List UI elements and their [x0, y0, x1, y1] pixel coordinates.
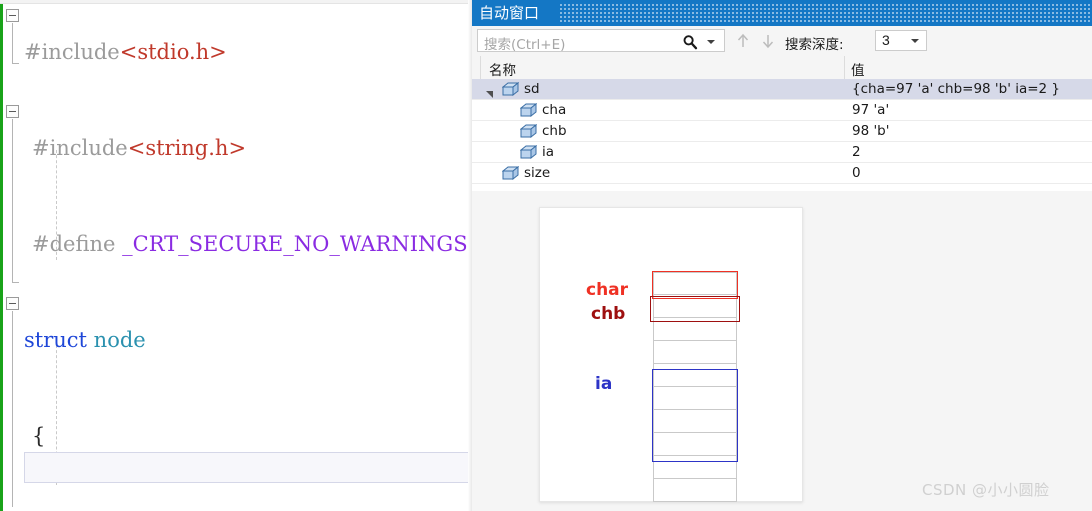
- token-include: #include: [24, 40, 120, 64]
- autos-titlebar[interactable]: 自动窗口: [472, 0, 1092, 26]
- memory-cell: [653, 341, 737, 364]
- autos-title: 自动窗口: [479, 4, 540, 22]
- search-depth-label: 搜索深度:: [785, 37, 844, 53]
- token-macro-name: _CRT_SECURE_NO_WARNINGS: [122, 232, 468, 256]
- autos-grid[interactable]: 名称 值 sd {cha=97 'a' chb=98 'b' ia=2 } ch…: [472, 56, 1092, 191]
- table-row[interactable]: sd {cha=97 'a' chb=98 'b' ia=2 }: [472, 79, 1092, 100]
- token-type-node: node: [93, 328, 146, 352]
- column-left-edge: [480, 56, 481, 79]
- variable-name: chb: [542, 123, 567, 139]
- highlight-box-ia: [652, 369, 738, 462]
- chevron-down-icon[interactable]: [707, 40, 715, 44]
- diagram-label-chb: chb: [591, 304, 626, 324]
- variable-name: ia: [542, 144, 555, 160]
- search-icon[interactable]: [682, 34, 698, 50]
- column-splitter[interactable]: [844, 56, 845, 79]
- diagram-label-char: char: [586, 280, 629, 300]
- titlebar-grip[interactable]: [560, 4, 1090, 22]
- highlight-box-chb: [650, 296, 740, 322]
- token-stdio-header: <stdio.h>: [119, 40, 227, 64]
- code-line[interactable]: #define _CRT_SECURE_NO_WARNINGS: [0, 228, 472, 260]
- autos-toolbar: 搜索(Ctrl+E) 搜索深度: 3: [472, 26, 1092, 56]
- column-header-name[interactable]: 名称: [489, 59, 516, 79]
- field-cube-icon: [501, 81, 520, 97]
- app-window: #include<stdio.h> #include<string.h> #de…: [0, 0, 1092, 511]
- column-header-value[interactable]: 值: [851, 59, 865, 79]
- code-line[interactable]: {: [0, 420, 472, 452]
- search-depth-select[interactable]: 3: [875, 30, 927, 51]
- table-row[interactable]: size 0: [472, 163, 1092, 184]
- variable-value: 2: [852, 144, 861, 160]
- token-keyword-struct: struct: [24, 328, 87, 352]
- memory-cell: [653, 479, 737, 502]
- search-next-button[interactable]: [760, 32, 776, 50]
- search-prev-button[interactable]: [735, 32, 751, 50]
- code-text[interactable]: #include<stdio.h> #include<string.h> #de…: [0, 4, 472, 511]
- variable-name: sd: [524, 81, 540, 97]
- code-line[interactable]: #include<stdio.h>: [0, 36, 472, 68]
- diagram-label-ia: ia: [595, 374, 613, 394]
- variable-value: {cha=97 'a' chb=98 'b' ia=2 }: [852, 81, 1061, 97]
- chevron-down-icon[interactable]: [911, 39, 919, 43]
- field-cube-icon: [501, 165, 520, 181]
- highlight-box-char-cha: [652, 271, 738, 299]
- search-placeholder: 搜索(Ctrl+E): [484, 37, 566, 53]
- variable-name: cha: [542, 102, 567, 118]
- token-define: #define: [32, 232, 116, 256]
- token-string-header: <string.h>: [127, 136, 247, 160]
- token-brace-open: {: [32, 424, 46, 448]
- variable-value: 98 'b': [852, 123, 890, 139]
- variable-value: 0: [852, 165, 861, 181]
- code-editor[interactable]: #include<stdio.h> #include<string.h> #de…: [0, 0, 472, 511]
- variable-name: size: [524, 165, 551, 181]
- table-row[interactable]: cha 97 'a': [472, 100, 1092, 121]
- variable-value: 97 'a': [852, 102, 890, 118]
- table-row[interactable]: chb 98 'b': [472, 121, 1092, 142]
- autos-grid-header: 名称 值: [472, 56, 1092, 80]
- search-depth-value: 3: [882, 32, 890, 48]
- field-cube-icon: [519, 102, 538, 118]
- field-cube-icon: [519, 123, 538, 139]
- search-input[interactable]: 搜索(Ctrl+E): [477, 29, 725, 53]
- table-row[interactable]: ia 2: [472, 142, 1092, 163]
- expander-collapse-icon[interactable]: [486, 86, 494, 98]
- watermark: CSDN @小小圆脸: [922, 481, 1050, 499]
- token-include: #include: [32, 136, 128, 160]
- field-cube-icon: [519, 144, 538, 160]
- code-line[interactable]: #include<string.h>: [0, 132, 472, 164]
- code-line[interactable]: struct node: [0, 324, 472, 356]
